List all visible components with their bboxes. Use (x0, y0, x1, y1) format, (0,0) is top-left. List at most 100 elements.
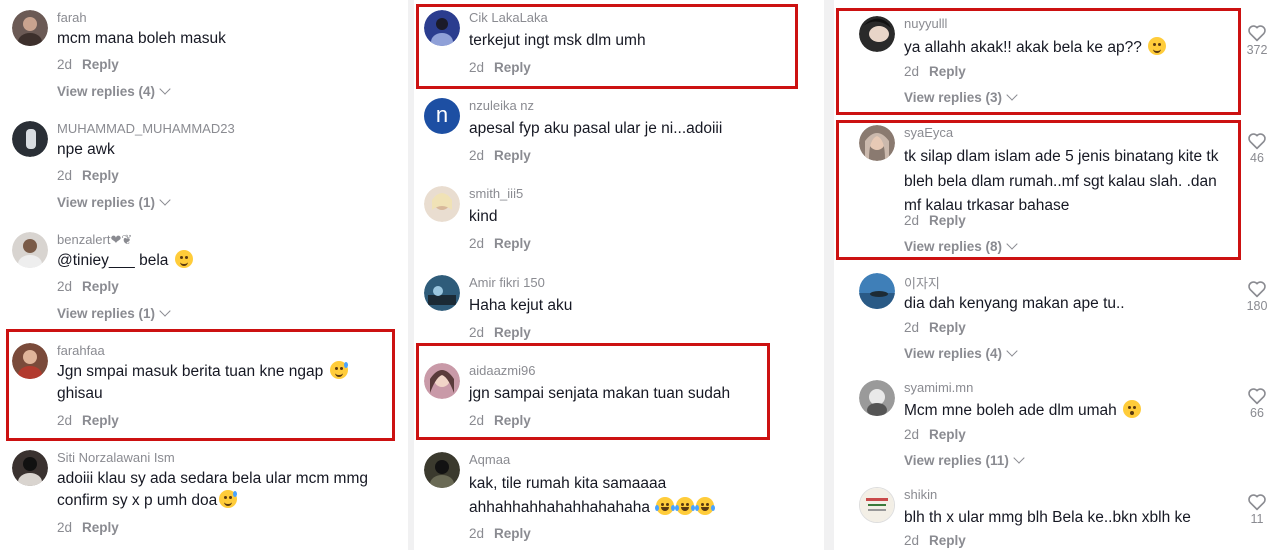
comment-item: syamimi.mn Mcm mne boleh ade dlm umah 2d… (859, 380, 1273, 476)
avatar[interactable]: n (424, 98, 460, 134)
comment-meta: 2d Reply (57, 279, 119, 294)
avatar[interactable] (12, 121, 48, 157)
comment-text-body: tk silap dlam islam ade 5 jenis binatang… (904, 148, 1219, 165)
heart-icon[interactable] (1247, 132, 1267, 150)
heart-icon[interactable] (1247, 280, 1267, 298)
heart-icon[interactable] (1247, 493, 1267, 511)
reply-button[interactable]: Reply (929, 427, 966, 442)
avatar[interactable] (12, 343, 48, 379)
avatar[interactable] (12, 232, 48, 268)
like-button[interactable]: 66 (1242, 387, 1272, 420)
avatar[interactable] (12, 10, 48, 46)
comment-column-2: Cik LakaLaka terkejut ingt msk dlm umh 2… (414, 0, 824, 550)
reply-button[interactable]: Reply (82, 413, 119, 428)
avatar[interactable] (424, 186, 460, 222)
comment-column-3: nuyyulll ya allahh akak!! akak bela ke a… (834, 0, 1280, 550)
username[interactable]: nzuleika nz (469, 98, 534, 113)
like-button[interactable]: 180 (1242, 280, 1272, 313)
like-count: 372 (1246, 43, 1268, 57)
username[interactable]: syaEyca (904, 125, 953, 140)
username[interactable]: syamimi.mn (904, 380, 973, 395)
avatar[interactable] (424, 363, 460, 399)
comment-item: MUHAMMAD_MUHAMMAD23 npe awk 2d Reply View… (12, 121, 402, 221)
reply-button[interactable]: Reply (494, 325, 531, 340)
username[interactable]: Aqmaa (469, 452, 510, 467)
reply-button[interactable]: Reply (929, 64, 966, 79)
reply-button[interactable]: Reply (494, 413, 531, 428)
comment-date: 2d (57, 168, 73, 183)
view-replies-button[interactable]: View replies (1) (57, 194, 171, 210)
reply-button[interactable]: Reply (82, 168, 119, 183)
comment-item: nuyyulll ya allahh akak!! akak bela ke a… (859, 16, 1273, 112)
like-count: 46 (1250, 151, 1264, 165)
like-button[interactable]: 11 (1242, 493, 1272, 526)
view-replies-button[interactable]: View replies (8) (904, 238, 1018, 254)
reply-button[interactable]: Reply (929, 533, 966, 548)
avatar[interactable] (424, 10, 460, 46)
avatar[interactable] (12, 450, 48, 486)
reply-button[interactable]: Reply (494, 60, 531, 75)
comment-item: farah mcm mana boleh masuk 2d Reply View … (12, 10, 402, 110)
avatar[interactable] (859, 16, 895, 52)
avatar[interactable] (859, 487, 895, 523)
comment-text: Jgn smpai masuk berita tuan kne ngap ghi… (57, 361, 348, 405)
reply-button[interactable]: Reply (929, 213, 966, 228)
username[interactable]: shikin (904, 487, 937, 502)
reply-button[interactable]: Reply (82, 520, 119, 535)
comment-meta: 2d Reply (57, 168, 119, 183)
comment-date: 2d (904, 213, 920, 228)
comment-date: 2d (469, 60, 485, 75)
comment-date: 2d (57, 413, 73, 428)
comment-item: Amir fikri 150 Haha kejut aku 2d Reply (424, 275, 814, 345)
chevron-down-icon (159, 305, 171, 317)
comment-meta: 2d Reply (469, 236, 531, 251)
avatar[interactable] (859, 273, 895, 309)
username[interactable]: farah (57, 10, 87, 25)
username[interactable]: benzalert❤❦ (57, 232, 132, 248)
view-replies-button[interactable]: View replies (4) (57, 83, 171, 99)
view-replies-label: View replies (8) (904, 239, 1003, 254)
view-replies-button[interactable]: View replies (11) (904, 452, 1025, 468)
username[interactable]: farahfaa (57, 343, 105, 358)
username[interactable]: Cik LakaLaka (469, 10, 548, 25)
avatar[interactable] (424, 452, 460, 488)
reply-button[interactable]: Reply (494, 526, 531, 541)
comment-text-body: @tiniey___ bela (57, 252, 169, 269)
reply-button[interactable]: Reply (494, 148, 531, 163)
like-button[interactable]: 372 (1242, 24, 1272, 57)
view-replies-button[interactable]: View replies (4) (904, 345, 1018, 361)
view-replies-button[interactable]: View replies (3) (904, 89, 1018, 105)
username[interactable]: smith_iii5 (469, 186, 523, 201)
reply-button[interactable]: Reply (929, 320, 966, 335)
comment-text: kind (469, 208, 498, 225)
comment-date: 2d (469, 325, 485, 340)
like-button[interactable]: 46 (1242, 132, 1272, 165)
comment-item: aidaazmi96 jgn sampai senjata makan tuan… (424, 363, 814, 433)
comment-date: 2d (469, 526, 485, 541)
username[interactable]: 이자지 (904, 273, 940, 292)
username[interactable]: nuyyulll (904, 16, 947, 31)
comment-text: jgn sampai senjata makan tuan sudah (469, 385, 731, 402)
reply-button[interactable]: Reply (82, 279, 119, 294)
username[interactable]: aidaazmi96 (469, 363, 536, 378)
comment-meta: 2d Reply (904, 427, 966, 442)
username[interactable]: Siti Norzalawani Ism (57, 450, 175, 465)
view-replies-button[interactable]: View replies (1) (57, 305, 171, 321)
username[interactable]: MUHAMMAD_MUHAMMAD23 (57, 121, 235, 136)
avatar[interactable] (859, 380, 895, 416)
avatar[interactable] (424, 275, 460, 311)
comment-meta: 2d Reply (469, 526, 531, 541)
like-count: 66 (1250, 406, 1264, 420)
comment-date: 2d (469, 236, 485, 251)
heart-icon[interactable] (1247, 387, 1267, 405)
laughing-emoji-icon (675, 497, 696, 515)
avatar[interactable] (859, 125, 895, 161)
comment-text-line2: confirm sy x p umh doa (57, 492, 218, 509)
reply-button[interactable]: Reply (82, 57, 119, 72)
username[interactable]: Amir fikri 150 (469, 275, 545, 290)
reply-button[interactable]: Reply (494, 236, 531, 251)
comment-date: 2d (57, 279, 73, 294)
chevron-down-icon (1006, 345, 1018, 357)
heart-icon[interactable] (1247, 24, 1267, 42)
view-replies-label: View replies (11) (904, 453, 1009, 468)
